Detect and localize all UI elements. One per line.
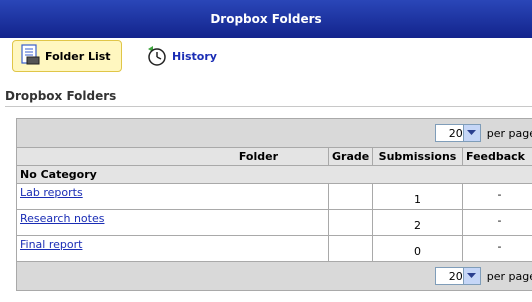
per-page-select-top[interactable]: 20 xyxy=(434,124,481,142)
section-divider xyxy=(5,106,532,107)
pager-top: 20 per page xyxy=(16,118,532,148)
folder-link-lab-reports[interactable]: Lab reports xyxy=(20,186,83,199)
table-header-row: Folder Grade Submissions Feedback xyxy=(16,147,532,166)
toolbar: Folder List History xyxy=(0,38,532,80)
per-page-select-bottom[interactable]: 20 xyxy=(434,267,481,285)
per-page-label: per page xyxy=(486,126,532,140)
grade-cell xyxy=(328,183,373,210)
folders-table: 20 per page Folder Grade Submissions Fee… xyxy=(16,118,532,291)
table-row: Final report 0 - xyxy=(16,235,532,262)
pager-bottom: 20 per page xyxy=(16,261,532,291)
column-header-submissions: Submissions xyxy=(372,147,463,166)
history-clock-icon xyxy=(144,43,168,70)
folder-list-button[interactable]: Folder List xyxy=(12,40,122,72)
feedback-cell: - xyxy=(462,209,532,236)
category-row: No Category xyxy=(16,165,532,184)
history-button[interactable]: History xyxy=(138,40,258,72)
column-header-grade: Grade xyxy=(328,147,373,166)
feedback-cell: - xyxy=(462,183,532,210)
column-header-feedback: Feedback xyxy=(462,147,532,166)
folder-list-label: Folder List xyxy=(45,49,111,63)
folder-link-final-report[interactable]: Final report xyxy=(20,238,82,251)
category-label: No Category xyxy=(16,165,532,184)
column-header-folder: Folder xyxy=(16,147,329,166)
folder-list-icon xyxy=(19,43,41,69)
history-label: History xyxy=(172,49,217,63)
grade-cell xyxy=(328,235,373,262)
table-row: Research notes 2 - xyxy=(16,209,532,236)
grade-cell xyxy=(328,209,373,236)
window-title: Dropbox Folders xyxy=(210,12,322,26)
per-page-label: per page xyxy=(486,269,532,283)
window-title-bar: Dropbox Folders xyxy=(0,0,532,38)
chevron-down-icon xyxy=(462,125,480,141)
submissions-cell: 0 xyxy=(372,235,463,262)
folder-link-research-notes[interactable]: Research notes xyxy=(20,212,104,225)
submissions-cell: 1 xyxy=(372,183,463,210)
section-title: Dropbox Folders xyxy=(5,89,117,103)
feedback-cell: - xyxy=(462,235,532,262)
table-row: Lab reports 1 - xyxy=(16,183,532,210)
submissions-cell: 2 xyxy=(372,209,463,236)
chevron-down-icon xyxy=(462,268,480,284)
